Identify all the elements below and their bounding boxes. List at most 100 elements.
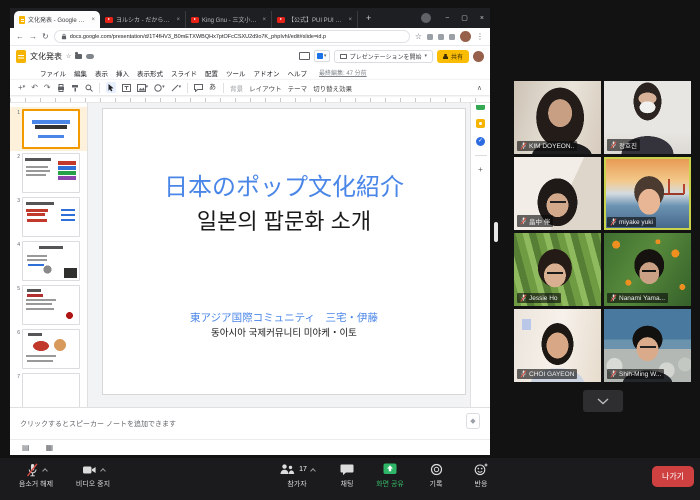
- panel-resize-handle[interactable]: [494, 222, 498, 242]
- browser-profile-icon[interactable]: [421, 13, 431, 23]
- tab-youtube-kinggnu[interactable]: King Gnu - 三文小説 - YouTube ×: [186, 11, 272, 28]
- slide-thumbnail-row[interactable]: 6: [10, 327, 87, 371]
- keep-icon[interactable]: [476, 119, 485, 128]
- new-tab-button[interactable]: +: [358, 13, 379, 23]
- paint-format-icon[interactable]: [71, 84, 79, 92]
- zoom-tool-icon[interactable]: [85, 84, 93, 92]
- explore-button[interactable]: ◆: [466, 413, 480, 429]
- background-button[interactable]: 背景: [230, 83, 243, 93]
- address-bar[interactable]: docs.google.com/presentation/d/1T4fHV3_B…: [54, 30, 410, 43]
- slide-thumbnail-row[interactable]: 4: [10, 239, 87, 283]
- tab-close-icon[interactable]: ×: [91, 17, 95, 23]
- slide-thumbnail-row[interactable]: 2: [10, 151, 87, 195]
- insert-shape-icon[interactable]: ▾: [154, 84, 165, 92]
- insert-image-icon[interactable]: ▾: [137, 84, 149, 92]
- google-slides-app-icon[interactable]: [16, 50, 26, 63]
- participant-video-tile[interactable]: CHOI GAYEON: [514, 309, 601, 382]
- tab-google-slides[interactable]: 文化発表 - Google スライド ×: [14, 11, 100, 28]
- extension-icon[interactable]: [427, 34, 433, 40]
- start-presentation-button[interactable]: プレゼンテーションを開始 ▾: [334, 50, 433, 63]
- participant-video-tile-active-speaker[interactable]: miyake yuki: [604, 157, 691, 230]
- speaker-notes-area[interactable]: クリックするとスピーカー ノートを追加できます ◆: [10, 407, 490, 439]
- record-button[interactable]: 기록: [420, 462, 452, 489]
- audio-options-chevron-icon[interactable]: [42, 468, 48, 474]
- speaker-notes-placeholder[interactable]: クリックするとスピーカー ノートを追加できます: [20, 419, 176, 429]
- calendar-icon[interactable]: [476, 105, 485, 110]
- chat-button[interactable]: 채팅: [330, 462, 364, 489]
- extension-icon[interactable]: [438, 34, 444, 40]
- slide-thumbnail-row[interactable]: 7: [10, 371, 87, 407]
- menu-help[interactable]: ヘルプ: [288, 68, 308, 78]
- stop-video-button[interactable]: 비디오 중지: [68, 462, 118, 489]
- menu-arrange[interactable]: 配置: [205, 68, 218, 78]
- tasks-icon[interactable]: ✓: [476, 137, 485, 146]
- grid-view-icon[interactable]: ▦: [46, 443, 54, 452]
- video-options-chevron-icon[interactable]: [100, 468, 106, 474]
- last-edit-link[interactable]: 最終編集: 47 分前: [319, 68, 367, 77]
- menu-insert[interactable]: 挿入: [116, 68, 129, 78]
- menu-view[interactable]: 表示: [95, 68, 108, 78]
- share-screen-button[interactable]: 화면 공유: [368, 462, 412, 489]
- window-maximize-button[interactable]: ▢: [455, 14, 474, 22]
- participant-video-tile[interactable]: 畠中 伴: [514, 157, 601, 230]
- undo-icon[interactable]: ↶: [31, 84, 38, 92]
- back-icon[interactable]: ←: [16, 32, 24, 41]
- text-color-icon[interactable]: あ: [209, 83, 217, 92]
- slide-thumbnail-6[interactable]: [22, 329, 80, 369]
- tab-youtube-yorushika[interactable]: ヨルシカ - だから僕は音楽を辞めた... ×: [100, 11, 186, 28]
- slide-thumbnail-row[interactable]: 3: [10, 195, 87, 239]
- participant-video-tile[interactable]: Nanami Yama...: [604, 233, 691, 306]
- menu-edit[interactable]: 編集: [74, 68, 87, 78]
- insert-comment-icon[interactable]: [194, 84, 203, 92]
- tab-close-icon[interactable]: ×: [348, 17, 352, 23]
- slide-thumbnail-7[interactable]: [22, 373, 80, 407]
- participant-video-tile[interactable]: Shih-Ming W...: [604, 309, 691, 382]
- participant-video-tile[interactable]: 정호진: [604, 81, 691, 154]
- save-status-cloud-icon[interactable]: [86, 54, 94, 59]
- participant-video-tile[interactable]: KIM DOYEON..: [514, 81, 601, 154]
- slideshow-screen-icon[interactable]: [299, 52, 310, 60]
- menu-tools[interactable]: ツール: [226, 68, 246, 78]
- toolbar-collapse-icon[interactable]: ∧: [477, 84, 482, 92]
- unmute-button[interactable]: 음소거 해제: [10, 462, 62, 489]
- slide-title-korean[interactable]: 일본의 팝문화 소개: [103, 204, 465, 236]
- participant-video-tile[interactable]: Jessie Ho: [514, 233, 601, 306]
- slide-thumbnail-5[interactable]: [22, 285, 80, 325]
- select-cursor-icon[interactable]: [106, 82, 116, 93]
- print-icon[interactable]: [57, 84, 65, 92]
- current-slide[interactable]: 日本のポップ文化紹介 일본의 팝문화 소개 東アジア国際コミュニティ 三宅・伊藤…: [102, 108, 466, 395]
- share-button[interactable]: 共有: [437, 50, 469, 63]
- participants-options-chevron-icon[interactable]: [310, 468, 316, 474]
- tab-close-icon[interactable]: ×: [176, 17, 180, 23]
- slide-title-japanese[interactable]: 日本のポップ文化紹介: [103, 167, 465, 202]
- present-to-meet-button[interactable]: ▾: [314, 50, 330, 62]
- menu-addons[interactable]: アドオン: [254, 68, 280, 78]
- tab-youtube-molcar[interactable]: 【公式】PUI PUI モルカー 第1話... ×: [272, 11, 358, 28]
- text-box-icon[interactable]: [122, 84, 131, 92]
- slide-thumbnail-1[interactable]: [22, 109, 80, 149]
- forward-icon[interactable]: →: [29, 32, 37, 41]
- leave-meeting-button[interactable]: 나가기: [652, 466, 694, 487]
- new-slide-button[interactable]: +▾: [18, 84, 25, 92]
- transition-button[interactable]: 切り替え効果: [313, 83, 352, 93]
- window-close-button[interactable]: ×: [474, 15, 490, 22]
- document-title[interactable]: 文化発表: [30, 51, 62, 62]
- extension-icon[interactable]: [449, 34, 455, 40]
- slide-thumbnail-2[interactable]: [22, 153, 80, 193]
- window-minimize-button[interactable]: −: [439, 15, 455, 22]
- menu-format[interactable]: 表示形式: [137, 68, 163, 78]
- menu-file[interactable]: ファイル: [40, 68, 66, 78]
- chrome-profile-avatar[interactable]: [460, 31, 471, 42]
- account-avatar[interactable]: [473, 51, 484, 62]
- slide-thumbnail-4[interactable]: [22, 241, 80, 281]
- slide-subtitle-japanese[interactable]: 東アジア国際コミュニティ 三宅・伊藤: [103, 310, 465, 325]
- add-addon-icon[interactable]: +: [478, 165, 483, 174]
- move-folder-icon[interactable]: [75, 54, 82, 59]
- reactions-button[interactable]: 반응: [464, 462, 498, 489]
- browser-menu-icon[interactable]: ⋮: [476, 32, 484, 41]
- theme-button[interactable]: テーマ: [288, 83, 308, 93]
- more-participants-button[interactable]: [583, 390, 623, 412]
- reload-icon[interactable]: ↻: [42, 32, 49, 41]
- tab-close-icon[interactable]: ×: [262, 17, 266, 23]
- slide-subtitle-korean[interactable]: 동아시아 국제커뮤니티 미야케・이토: [103, 325, 465, 339]
